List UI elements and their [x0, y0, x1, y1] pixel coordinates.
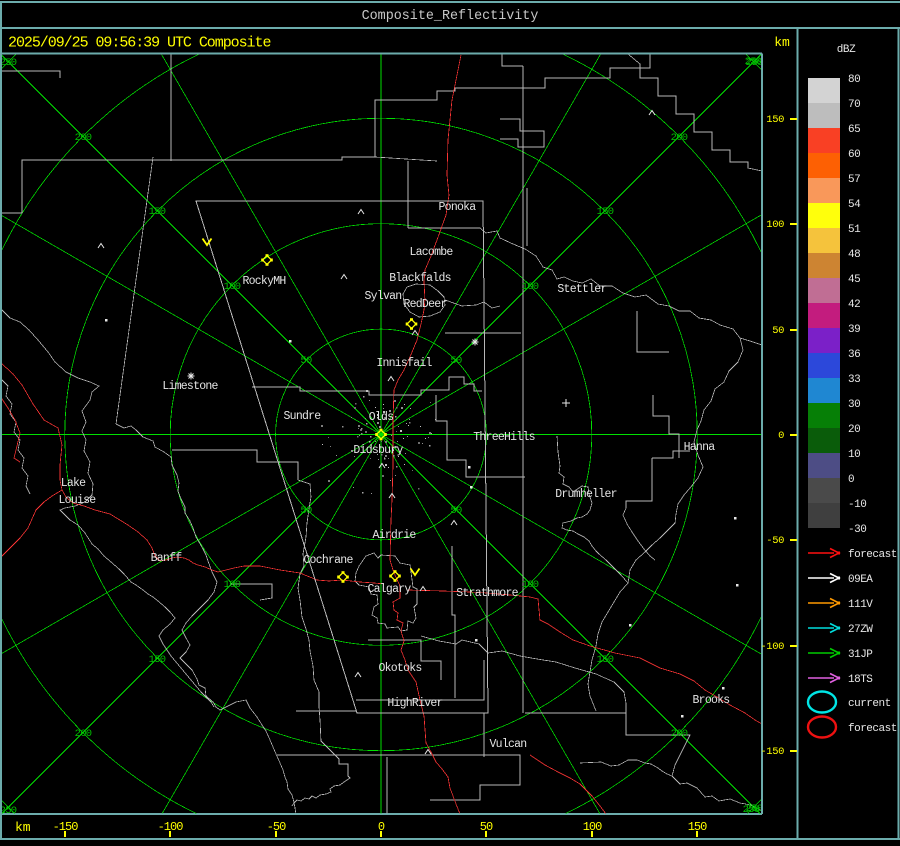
svg-text:100: 100: [522, 579, 539, 591]
svg-text:forecast: forecast: [848, 549, 897, 561]
svg-text:80: 80: [848, 74, 860, 86]
svg-text:Lacombe: Lacombe: [409, 246, 453, 259]
svg-text:09EA: 09EA: [848, 574, 873, 586]
svg-text:-100: -100: [760, 641, 784, 653]
svg-text:Banff: Banff: [151, 552, 183, 565]
svg-text:60: 60: [848, 149, 860, 161]
svg-text:51: 51: [848, 224, 861, 236]
svg-text:0: 0: [778, 430, 784, 442]
svg-text:Didsbury: Didsbury: [353, 444, 403, 457]
svg-text:150: 150: [149, 654, 166, 666]
svg-text:dBZ: dBZ: [837, 44, 856, 56]
svg-text:36: 36: [848, 349, 860, 361]
svg-text:150: 150: [597, 206, 614, 218]
svg-text:111V: 111V: [848, 599, 873, 611]
svg-text:-30: -30: [848, 524, 866, 536]
svg-text:Okotoks: Okotoks: [378, 662, 421, 675]
svg-text:200: 200: [75, 132, 92, 144]
svg-text:54: 54: [848, 199, 861, 211]
svg-text:RockyMH: RockyMH: [242, 275, 285, 288]
svg-text:Louise: Louise: [59, 494, 97, 507]
svg-text:50: 50: [450, 355, 462, 367]
svg-text:57: 57: [848, 174, 860, 186]
svg-text:forecast: forecast: [848, 723, 897, 735]
svg-text:-50: -50: [766, 535, 784, 547]
svg-text:Blackfalds: Blackfalds: [389, 272, 451, 285]
svg-text:150: 150: [149, 206, 166, 218]
svg-text:Limestone: Limestone: [162, 380, 218, 393]
svg-text:33: 33: [848, 374, 860, 386]
svg-text:HighRiver: HighRiver: [387, 697, 442, 710]
svg-text:100: 100: [224, 281, 241, 293]
svg-text:Lake: Lake: [61, 477, 86, 490]
svg-text:Composite_Reflectivity: Composite_Reflectivity: [362, 9, 539, 24]
svg-text:100: 100: [224, 579, 241, 591]
svg-text:100: 100: [522, 281, 539, 293]
svg-text:200: 200: [671, 728, 688, 740]
svg-text:50: 50: [772, 325, 784, 337]
svg-text:Sylvan: Sylvan: [365, 290, 402, 303]
svg-text:50: 50: [300, 355, 312, 367]
svg-text:Calgary: Calgary: [367, 583, 411, 596]
svg-text:km: km: [15, 820, 31, 835]
svg-text:Vulcan: Vulcan: [490, 738, 527, 751]
svg-text:Cochrane: Cochrane: [303, 554, 353, 567]
svg-text:RedDeer: RedDeer: [403, 298, 446, 311]
svg-text:10: 10: [848, 449, 860, 461]
svg-text:45: 45: [848, 274, 860, 286]
svg-text:20: 20: [848, 424, 860, 436]
svg-text:250: 250: [0, 57, 17, 69]
svg-text:200: 200: [75, 728, 92, 740]
svg-text:65: 65: [848, 124, 860, 136]
svg-text:Airdrie: Airdrie: [372, 529, 416, 542]
svg-text:150: 150: [597, 654, 614, 666]
svg-text:Hanna: Hanna: [684, 441, 716, 454]
svg-text:0: 0: [848, 474, 854, 486]
svg-text:48: 48: [848, 249, 860, 261]
svg-text:Ponoka: Ponoka: [439, 201, 477, 214]
svg-text:30: 30: [848, 399, 860, 411]
svg-text:2025/09/25 09:56:39 UTC Compos: 2025/09/25 09:56:39 UTC Composite: [8, 35, 271, 52]
svg-text:Olds: Olds: [369, 411, 394, 424]
svg-text:18TS: 18TS: [848, 674, 873, 686]
svg-text:100: 100: [766, 219, 784, 231]
svg-text:39: 39: [848, 324, 860, 336]
svg-text:Stettler: Stettler: [557, 283, 606, 296]
svg-text:27ZW: 27ZW: [848, 624, 873, 636]
svg-text:Innisfail: Innisfail: [376, 357, 432, 370]
svg-text:42: 42: [848, 299, 860, 311]
svg-text:Sundre: Sundre: [284, 410, 322, 423]
svg-text:ThreeHills: ThreeHills: [473, 431, 535, 444]
svg-text:Brooks: Brooks: [693, 694, 730, 707]
svg-text:km: km: [774, 35, 790, 50]
svg-text:current: current: [848, 698, 891, 710]
svg-text:150: 150: [766, 114, 784, 126]
svg-text:31JP: 31JP: [848, 649, 873, 661]
svg-text:70: 70: [848, 99, 860, 111]
svg-text:-150: -150: [760, 746, 784, 758]
svg-text:250: 250: [745, 56, 762, 68]
svg-text:200: 200: [671, 132, 688, 144]
svg-text:-10: -10: [848, 499, 866, 511]
svg-text:Strathmore: Strathmore: [456, 587, 518, 600]
svg-text:Drumheller: Drumheller: [555, 488, 617, 501]
svg-text:50: 50: [300, 505, 312, 517]
svg-text:50: 50: [450, 505, 462, 517]
